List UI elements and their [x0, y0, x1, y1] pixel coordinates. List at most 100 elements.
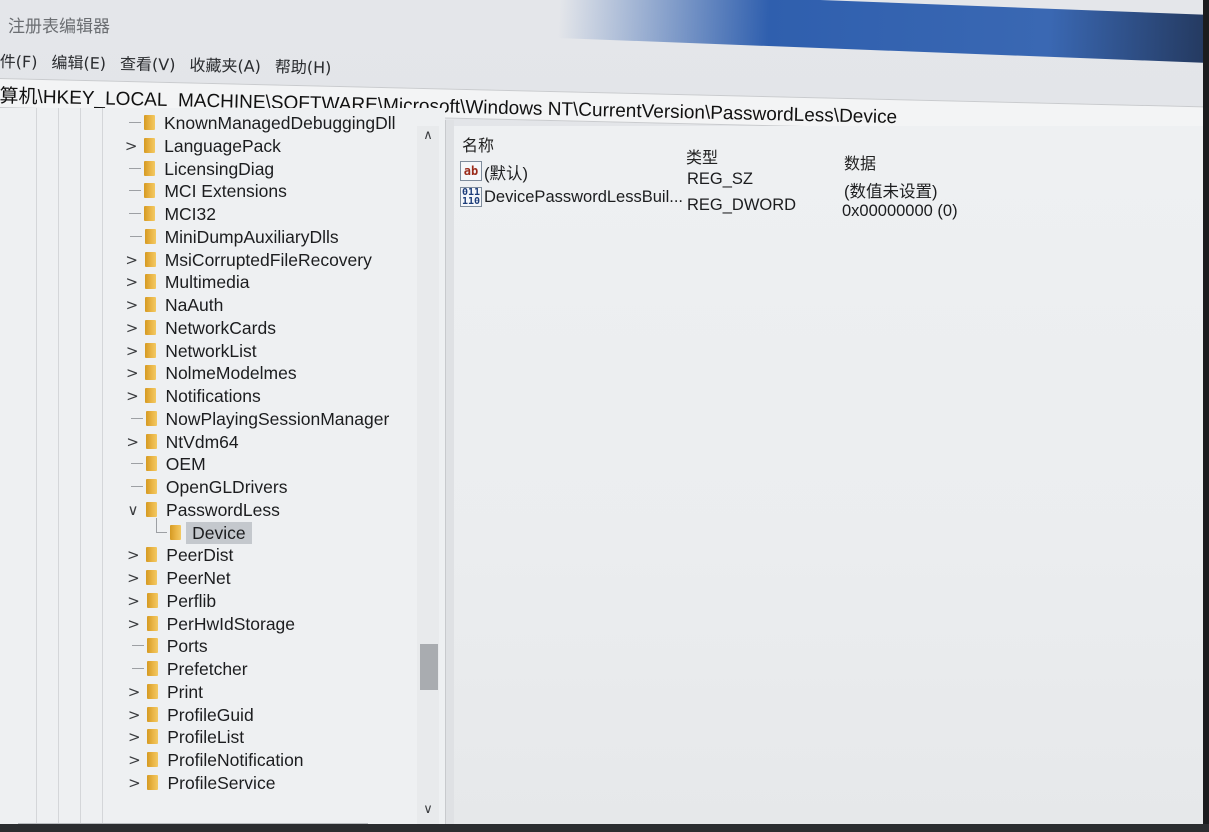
expand-chevron-icon[interactable]: >: [126, 545, 140, 565]
tree-connector-line: [129, 167, 142, 169]
key-tree-pane: KnownManagedDebuggingDll > LanguagePack Lic…: [0, 108, 445, 824]
value-row[interactable]: ab (默认) REG_SZ (数值未设置): [454, 160, 1154, 201]
tree-connector-line: [129, 213, 142, 214]
tree-item-label: NolmeModelmes: [165, 363, 297, 384]
expand-chevron-icon[interactable]: >: [124, 136, 138, 156]
folder-icon: [144, 137, 156, 153]
folder-icon: [145, 319, 157, 335]
tree-item[interactable]: KnownManagedDebuggingDll: [124, 112, 444, 134]
expand-chevron-icon[interactable]: >: [127, 614, 141, 634]
column-header-name[interactable]: 名称: [462, 132, 494, 156]
tree-item[interactable]: > ProfileNotification: [127, 749, 445, 771]
tree-item[interactable]: > NetworkList: [125, 340, 445, 362]
menu-file[interactable]: 件(F): [0, 48, 38, 73]
tree-guide-lines: [16, 108, 136, 824]
folder-icon: [146, 661, 158, 676]
tree-item[interactable]: Prefetcher: [127, 658, 445, 680]
tree-item-label: Notifications: [165, 386, 261, 406]
tree-item[interactable]: OpenGLDrivers: [126, 476, 445, 498]
folder-icon: [146, 638, 158, 654]
tree-item[interactable]: > Perflib: [127, 590, 445, 612]
tree-item[interactable]: MCI Extensions: [124, 180, 444, 202]
tree-item[interactable]: > NetworkCards: [125, 317, 445, 339]
tree-item[interactable]: NowPlayingSessionManager: [126, 408, 445, 430]
tree-connector-line: [130, 417, 143, 419]
expand-chevron-icon[interactable]: >: [125, 363, 139, 383]
tree-item[interactable]: > Multimedia: [125, 271, 445, 293]
tree-item-label: ProfileGuid: [167, 704, 254, 725]
monitor-bezel-bottom: [0, 824, 1209, 832]
scroll-down-arrow-icon[interactable]: ∨: [417, 800, 439, 820]
expand-chevron-icon[interactable]: >: [127, 705, 141, 725]
tree-item-label: MsiCorruptedFileRecovery: [164, 249, 372, 270]
tree-item-label: OpenGLDrivers: [165, 477, 288, 497]
expand-chevron-icon[interactable]: >: [126, 432, 140, 452]
tree-item[interactable]: > LanguagePack: [124, 135, 444, 157]
expand-chevron-icon[interactable]: >: [127, 591, 141, 611]
tree-item[interactable]: > ProfileService: [127, 772, 445, 794]
tree-item[interactable]: MCI32: [124, 203, 444, 225]
value-data: 0x00000000 (0): [842, 202, 958, 220]
tree-item[interactable]: Ports: [127, 635, 445, 657]
tree-item-label: NaAuth: [164, 295, 224, 315]
tree-item[interactable]: Device: [150, 517, 445, 544]
tree-item[interactable]: > NtVdm64: [126, 431, 445, 453]
tree-item[interactable]: > ProfileList: [127, 726, 445, 748]
value-row[interactable]: 011 110 DevicePasswordLessBuil... REG_DW…: [454, 186, 1154, 220]
tree-item[interactable]: ∨ PasswordLess: [126, 499, 445, 521]
tree-item[interactable]: OEM: [126, 453, 445, 475]
expand-chevron-icon[interactable]: >: [127, 682, 141, 702]
scroll-up-arrow-icon[interactable]: ∧: [417, 126, 439, 146]
tree-item[interactable]: > NolmeModelmes: [125, 362, 445, 384]
values-pane: 名称 类型 数据 ab (默认) REG_SZ (数值未设置) 011 110 …: [454, 126, 1209, 832]
expand-chevron-icon[interactable]: >: [125, 295, 139, 315]
expand-chevron-icon[interactable]: >: [125, 341, 139, 361]
folder-icon: [147, 706, 159, 722]
folder-icon: [145, 365, 157, 381]
menu-edit[interactable]: 编辑(E): [51, 49, 106, 74]
expand-chevron-icon[interactable]: >: [125, 386, 139, 406]
tree-item-label: NowPlayingSessionManager: [165, 408, 390, 429]
menu-view[interactable]: 查看(V): [120, 50, 176, 75]
tree-item[interactable]: > MsiCorruptedFileRecovery: [125, 249, 445, 271]
tree-item[interactable]: > PeerDist: [126, 544, 445, 566]
tree-connector-line: [131, 645, 144, 647]
folder-icon: [170, 524, 182, 540]
tree-item-label: MCI32: [164, 204, 217, 224]
tree-item-label: PeerDist: [166, 545, 234, 566]
expand-chevron-icon[interactable]: >: [127, 750, 141, 770]
binary-value-icon: 011 110: [460, 187, 482, 207]
monitor-bezel-right: [1203, 0, 1209, 832]
tree-vertical-scrollbar[interactable]: ∧ ∨: [417, 126, 439, 826]
folder-icon: [147, 683, 158, 699]
tree-item-label: PerHwIdStorage: [166, 613, 296, 634]
expand-chevron-icon[interactable]: >: [127, 773, 141, 793]
folder-icon: [144, 297, 156, 312]
tree-item[interactable]: LicensingDiag: [124, 158, 444, 180]
tree-item[interactable]: > Notifications: [125, 385, 445, 407]
pane-splitter[interactable]: [445, 120, 454, 832]
tree-connector-line: [129, 122, 141, 123]
expand-chevron-icon[interactable]: >: [127, 727, 141, 747]
folder-icon: [147, 774, 159, 790]
folder-icon: [144, 183, 156, 199]
folder-icon: [145, 342, 157, 358]
tree-item-label: MiniDumpAuxiliaryDlls: [164, 226, 339, 247]
tree-item-label: LicensingDiag: [164, 158, 275, 179]
menu-help[interactable]: 帮助(H): [275, 53, 332, 78]
tree-item[interactable]: > Print: [127, 681, 445, 703]
expand-chevron-icon[interactable]: >: [125, 250, 139, 270]
tree-scroll-thumb[interactable]: [420, 644, 438, 690]
expand-chevron-icon[interactable]: >: [126, 568, 140, 588]
tree-item[interactable]: > PeerNet: [126, 567, 445, 589]
collapse-chevron-icon[interactable]: ∨: [126, 500, 140, 520]
tree-item-label: ProfileService: [167, 772, 276, 793]
tree-item[interactable]: MiniDumpAuxiliaryDlls: [125, 226, 445, 248]
tree-item[interactable]: > NaAuth: [125, 294, 445, 316]
menu-favorites[interactable]: 收藏夹(A): [189, 52, 261, 77]
tree-item[interactable]: > ProfileGuid: [127, 704, 445, 726]
tree-item[interactable]: > PerHwIdStorage: [127, 613, 445, 635]
expand-chevron-icon[interactable]: >: [125, 272, 139, 292]
expand-chevron-icon[interactable]: >: [125, 318, 139, 338]
tree-item-label: Prefetcher: [166, 659, 248, 679]
